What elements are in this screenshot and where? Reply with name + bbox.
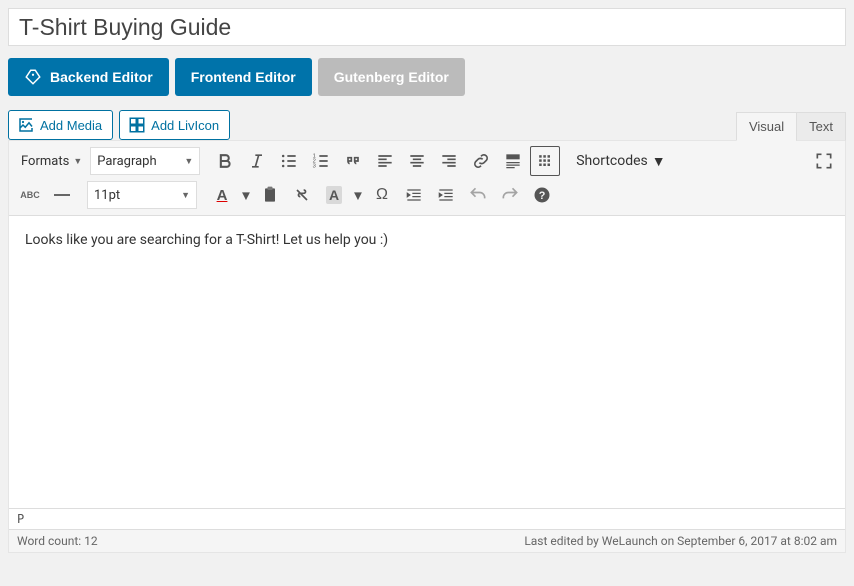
bold-button[interactable] (210, 146, 240, 176)
undo-button[interactable] (463, 180, 493, 210)
visual-tab[interactable]: Visual (736, 112, 797, 141)
caret-down-icon: ▼ (184, 156, 193, 167)
frontend-editor-label: Frontend Editor (191, 69, 296, 85)
text-tab[interactable]: Text (796, 112, 846, 141)
editor-mode-tabs: Backend Editor Frontend Editor Gutenberg… (8, 58, 846, 96)
spellcheck-button[interactable]: ABC (15, 180, 45, 210)
backend-editor-label: Backend Editor (50, 69, 153, 85)
svg-text:3: 3 (313, 164, 316, 170)
align-center-button[interactable] (402, 146, 432, 176)
caret-down-icon: ▼ (652, 153, 666, 170)
element-path[interactable]: P (9, 508, 845, 529)
add-media-button[interactable]: Add Media (8, 110, 113, 140)
tag-icon (24, 68, 42, 86)
backend-editor-tab[interactable]: Backend Editor (8, 58, 169, 96)
add-livicon-label: Add LivIcon (151, 118, 219, 133)
read-more-button[interactable] (498, 146, 528, 176)
bullet-list-button[interactable] (274, 146, 304, 176)
add-media-label: Add Media (40, 118, 102, 133)
last-edited: Last edited by WeLaunch on September 6, … (524, 534, 837, 548)
number-list-button[interactable]: 123 (306, 146, 336, 176)
media-icon (17, 116, 35, 134)
post-title-input[interactable] (8, 8, 846, 46)
paragraph-dropdown[interactable]: Paragraph▼ (90, 147, 200, 175)
frontend-editor-tab[interactable]: Frontend Editor (175, 58, 312, 96)
text-color-dropdown[interactable]: ▼ (239, 180, 253, 210)
caret-down-icon: ▼ (73, 156, 82, 167)
font-size-dropdown[interactable]: 11pt▼ (87, 181, 197, 209)
livicon-icon (128, 116, 146, 134)
content-text: Looks like you are searching for a T-Shi… (25, 232, 388, 248)
horizontal-rule-button[interactable] (47, 180, 77, 210)
caret-down-icon: ▼ (181, 190, 190, 201)
formats-dropdown[interactable]: Formats▼ (15, 147, 88, 175)
outdent-button[interactable] (399, 180, 429, 210)
svg-text:?: ? (539, 190, 546, 202)
redo-button[interactable] (495, 180, 525, 210)
blockquote-button[interactable] (338, 146, 368, 176)
gutenberg-editor-tab[interactable]: Gutenberg Editor (318, 58, 465, 96)
italic-button[interactable] (242, 146, 272, 176)
bg-color-button[interactable]: A (319, 180, 349, 210)
editor-footer: Word count: 12 Last edited by WeLaunch o… (9, 529, 845, 552)
toolbar: Formats▼ Paragraph▼ 123 Shortcodes▼ (9, 141, 845, 216)
text-color-button[interactable]: A (207, 180, 237, 210)
word-count: Word count: 12 (17, 534, 98, 548)
toolbar-toggle-button[interactable] (530, 146, 560, 176)
bg-color-dropdown[interactable]: ▼ (351, 180, 365, 210)
indent-button[interactable] (431, 180, 461, 210)
editor-panel: Formats▼ Paragraph▼ 123 Shortcodes▼ (8, 140, 846, 553)
paste-button[interactable] (255, 180, 285, 210)
align-left-button[interactable] (370, 146, 400, 176)
shortcodes-dropdown[interactable]: Shortcodes▼ (570, 153, 671, 170)
clear-format-button[interactable] (287, 180, 317, 210)
special-char-button[interactable]: Ω (367, 180, 397, 210)
gutenberg-editor-label: Gutenberg Editor (334, 69, 449, 85)
help-button[interactable]: ? (527, 180, 557, 210)
link-button[interactable] (466, 146, 496, 176)
align-right-button[interactable] (434, 146, 464, 176)
content-editor[interactable]: Looks like you are searching for a T-Shi… (9, 216, 845, 508)
fullscreen-button[interactable] (809, 146, 839, 176)
add-livicon-button[interactable]: Add LivIcon (119, 110, 230, 140)
